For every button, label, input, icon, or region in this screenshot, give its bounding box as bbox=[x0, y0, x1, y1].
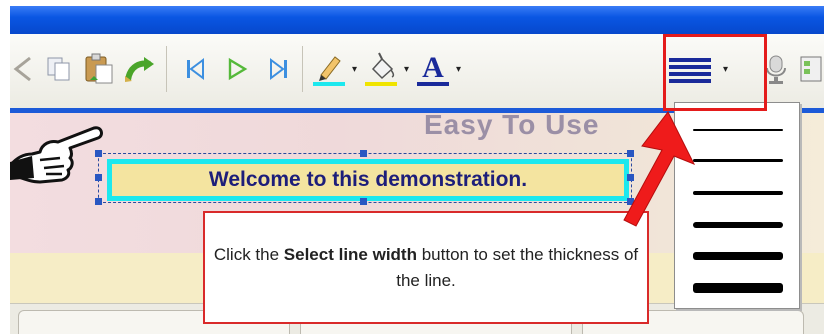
line-color-dropdown[interactable]: ▾ bbox=[404, 64, 409, 75]
resize-handle[interactable] bbox=[95, 150, 102, 157]
line-width-option[interactable] bbox=[693, 129, 783, 131]
toolbar-separator bbox=[302, 46, 303, 92]
fill-color-icon[interactable] bbox=[310, 50, 348, 88]
line-width-option[interactable] bbox=[693, 159, 783, 162]
caption-text: Welcome to this demonstration. bbox=[208, 168, 528, 191]
resize-handle[interactable] bbox=[95, 174, 102, 181]
last-frame-icon[interactable] bbox=[260, 50, 298, 88]
font-color-icon[interactable]: A bbox=[414, 50, 452, 88]
title-caption-box[interactable]: Welcome to this demonstration. bbox=[107, 159, 629, 201]
first-frame-icon[interactable] bbox=[176, 50, 214, 88]
resize-handle[interactable] bbox=[95, 198, 102, 205]
red-arrow-icon bbox=[623, 111, 696, 227]
font-color-dropdown[interactable]: ▾ bbox=[456, 64, 461, 75]
resize-handle[interactable] bbox=[360, 150, 367, 157]
svg-text:A: A bbox=[422, 51, 444, 84]
pointing-hand-icon bbox=[10, 126, 103, 184]
callout-text: Click the Select line width button to se… bbox=[213, 244, 639, 290]
line-width-option[interactable] bbox=[693, 222, 783, 228]
banner-text: Easy To Use bbox=[424, 109, 600, 140]
layout-icon[interactable] bbox=[792, 50, 824, 88]
resize-handle[interactable] bbox=[360, 198, 367, 205]
play-icon[interactable] bbox=[218, 50, 256, 88]
line-width-option[interactable] bbox=[693, 252, 783, 260]
undo-icon[interactable] bbox=[120, 50, 158, 88]
fill-color-dropdown[interactable]: ▾ bbox=[352, 64, 357, 75]
instruction-callout: Click the Select line width button to se… bbox=[203, 211, 649, 324]
copy-icon[interactable] bbox=[40, 50, 78, 88]
highlight-box bbox=[663, 34, 767, 111]
app-window: ▾ ▾ A ▾ ▾ Easy To Use Welcome to this de… bbox=[10, 6, 824, 334]
title-bar bbox=[10, 6, 824, 34]
line-color-icon[interactable] bbox=[362, 50, 400, 88]
line-width-option[interactable] bbox=[693, 283, 783, 293]
paste-icon[interactable] bbox=[80, 50, 118, 88]
toolbar-separator bbox=[166, 46, 167, 92]
line-width-option[interactable] bbox=[693, 191, 783, 195]
cut-icon[interactable] bbox=[10, 50, 42, 88]
